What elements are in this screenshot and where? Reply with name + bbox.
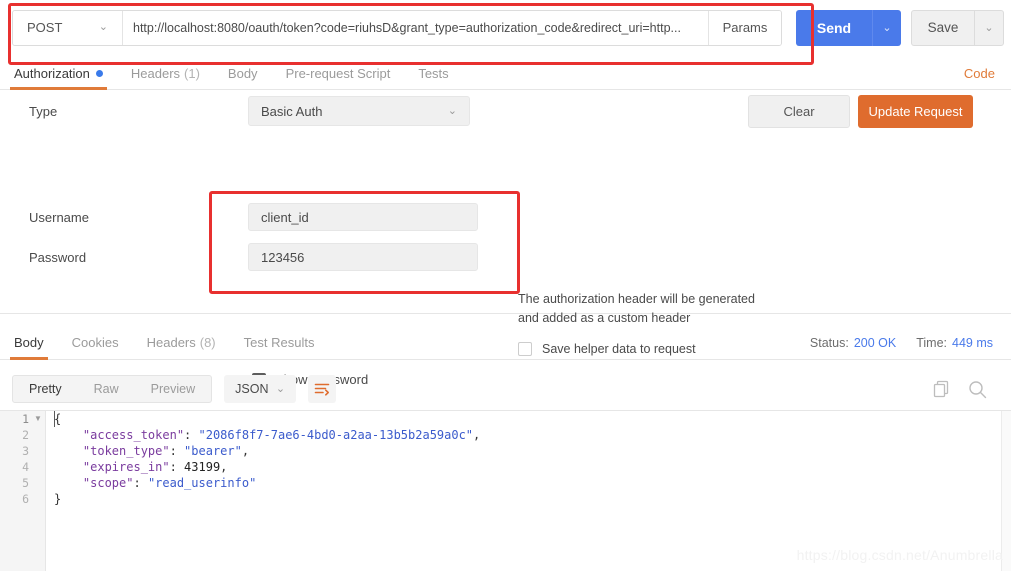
line-number: 2	[22, 428, 29, 442]
send-options-chevron-down-icon[interactable]: ⌄	[872, 9, 901, 46]
modified-dot-icon	[95, 70, 103, 77]
authorization-panel: Type Basic Auth ⌄ Clear Update Request U…	[0, 90, 1011, 387]
response-tab-cookies[interactable]: Cookies	[58, 326, 133, 359]
request-url-input[interactable]: http://localhost:8080/oauth/token?code=r…	[123, 10, 708, 45]
time-value: 449 ms	[952, 335, 993, 350]
auth-type-label: Type	[29, 104, 58, 119]
line-number: 5	[22, 476, 29, 490]
status-label: Status:	[809, 335, 849, 350]
params-button[interactable]: Params	[708, 10, 781, 45]
tab-headers-label: Headers	[130, 66, 181, 81]
http-method-value: POST	[27, 20, 63, 35]
copy-button[interactable]	[933, 380, 950, 398]
response-meta: Status: 200 OK Time: 449 ms	[810, 326, 993, 359]
tab-pre-request-script[interactable]: Pre-request Script	[272, 58, 405, 89]
tab-headers[interactable]: Headers (1)	[117, 58, 214, 89]
text-cursor	[54, 411, 55, 427]
response-tab-headers-count: (8)	[199, 335, 216, 350]
view-mode-raw[interactable]: Raw	[78, 376, 135, 402]
view-mode-pretty[interactable]: Pretty	[13, 376, 78, 402]
response-tab-headers[interactable]: Headers (8)	[133, 326, 230, 359]
json-code-content[interactable]: { "access_token": "2086f8f7-7ae6-4bd0-a2…	[54, 411, 1011, 507]
json-value-access-token: "2086f8f7-7ae6-4bd0-a2aa-13b5b2a59a0c"	[198, 428, 474, 442]
response-toolbar: Pretty Raw Preview JSON ⌄	[0, 370, 1011, 408]
json-key-scope: "scope"	[54, 476, 134, 490]
response-tab-headers-label: Headers	[146, 335, 196, 350]
save-options-chevron-down-icon[interactable]: ⌄	[974, 10, 1003, 45]
fold-toggle-icon[interactable]: ▼	[34, 415, 42, 423]
request-url-bar: POST ⌄ http://localhost:8080/oauth/token…	[0, 0, 1011, 55]
update-request-button[interactable]: Update Request	[858, 95, 973, 128]
tab-headers-count: (1)	[184, 66, 200, 81]
password-label: Password	[29, 250, 87, 265]
auth-helper-text: The authorization header will be generat…	[518, 292, 755, 325]
wrap-lines-button[interactable]	[308, 375, 337, 403]
search-button[interactable]	[968, 380, 987, 399]
response-tab-bar: Body Cookies Headers (8) Test Results St…	[0, 326, 1011, 360]
save-button-group: Save ⌄	[911, 9, 1004, 46]
json-key-access-token: "access_token"	[54, 428, 185, 442]
url-combo: POST ⌄ http://localhost:8080/oauth/token…	[12, 9, 782, 46]
password-input[interactable]: 123456	[248, 243, 478, 271]
username-label: Username	[29, 210, 89, 225]
line-number: 4	[22, 460, 29, 474]
auth-type-select[interactable]: Basic Auth ⌄	[248, 96, 470, 126]
json-value-token-type: "bearer"	[184, 444, 242, 458]
tab-body[interactable]: Body	[214, 58, 272, 89]
auth-type-value: Basic Auth	[261, 103, 323, 119]
response-format-value: JSON	[235, 382, 269, 396]
watermark: https://blog.csdn.net/Anumbrella	[796, 547, 1003, 563]
request-tab-bar: Authorization Headers (1) Body Pre-reque…	[0, 58, 1011, 90]
chevron-down-icon: ⌄	[98, 21, 108, 33]
status-value: 200 OK	[853, 335, 897, 350]
line-number: 6	[22, 492, 29, 506]
response-tab-body[interactable]: Body	[0, 326, 58, 360]
wrap-lines-icon	[314, 383, 330, 396]
tab-authorization-label: Authorization	[14, 66, 90, 81]
time-label: Time:	[916, 335, 947, 350]
tab-authorization[interactable]: Authorization	[0, 58, 117, 90]
clear-button[interactable]: Clear	[748, 95, 850, 128]
response-action-icons	[933, 380, 987, 399]
line-number-gutter: 1 2 3 4 5 6 ▼	[0, 411, 46, 571]
json-value-expires-in: 43199	[184, 460, 221, 474]
username-input[interactable]: client_id	[248, 203, 478, 231]
json-key-token-type: "token_type"	[54, 444, 170, 458]
response-tab-test-results[interactable]: Test Results	[230, 326, 329, 359]
send-button[interactable]: Send	[796, 9, 872, 46]
save-button[interactable]: Save	[912, 11, 974, 45]
view-mode-segmented-control: Pretty Raw Preview	[12, 375, 213, 403]
line-number: 3	[22, 444, 29, 458]
send-button-group: Send ⌄	[796, 9, 901, 46]
response-format-select[interactable]: JSON ⌄	[224, 375, 297, 403]
chevron-down-icon: ⌄	[447, 104, 457, 117]
view-mode-preview[interactable]: Preview	[135, 376, 211, 402]
copy-icon	[933, 380, 949, 398]
http-method-select[interactable]: POST ⌄	[13, 10, 123, 45]
search-icon	[969, 380, 987, 398]
tab-tests[interactable]: Tests	[404, 58, 462, 89]
json-key-expires-in: "expires_in"	[54, 460, 170, 474]
json-value-scope: "read_userinfo"	[147, 476, 257, 490]
chevron-down-icon: ⌄	[275, 382, 286, 395]
code-link[interactable]: Code	[964, 58, 995, 89]
